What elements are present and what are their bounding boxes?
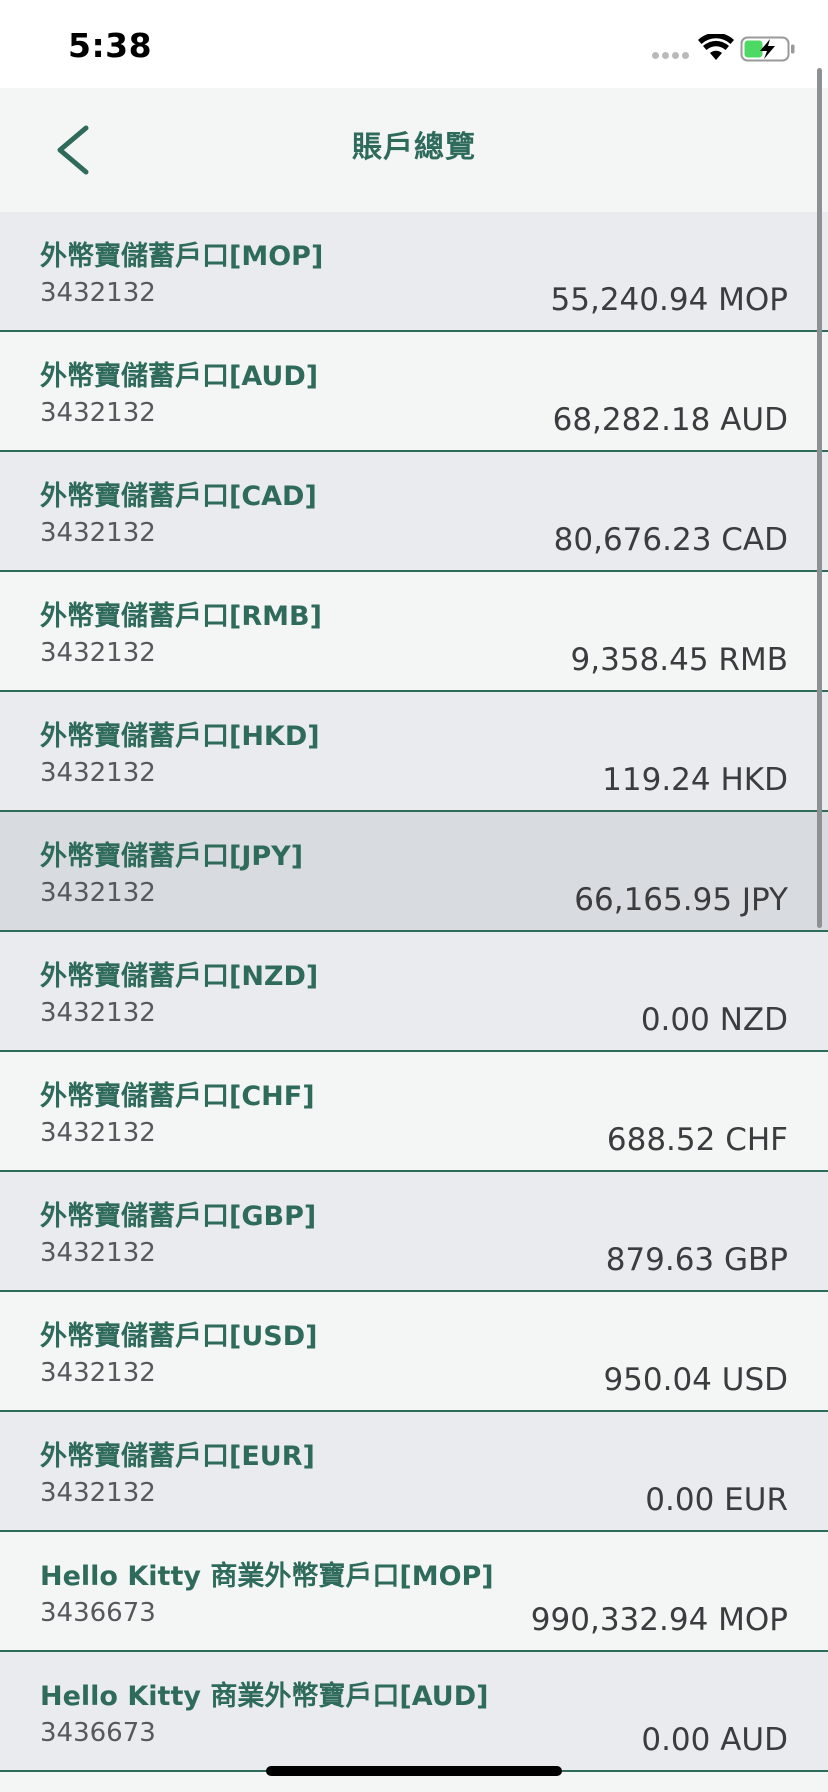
- account-row[interactable]: 外幣寶儲蓄戶口[GBP] 3432132 879.63 GBP: [0, 1172, 828, 1292]
- account-name: 外幣寶儲蓄戶口[MOP]: [40, 241, 324, 272]
- account-balance: 80,676.23 CAD: [553, 522, 788, 558]
- account-name: 外幣寶儲蓄戶口[USD]: [40, 1321, 318, 1352]
- account-row[interactable]: 外幣寶儲蓄戶口[CAD] 3432132 80,676.23 CAD: [0, 452, 828, 572]
- account-balance: 688.52 CHF: [606, 1122, 788, 1158]
- account-name: 外幣寶儲蓄戶口[GBP]: [40, 1201, 317, 1232]
- account-row[interactable]: Hello Kitty 商業外幣寶戶口[MOP] 3436673 990,332…: [0, 1532, 828, 1652]
- account-row[interactable]: 外幣寶儲蓄戶口[RMB] 3432132 9,358.45 RMB: [0, 572, 828, 692]
- account-name: Hello Kitty 商業外幣寶戶口[AUD]: [40, 1681, 489, 1712]
- account-number: 3432132: [40, 278, 156, 308]
- account-number: 3432132: [40, 1358, 156, 1388]
- account-balance: 0.00 AUD: [641, 1722, 788, 1758]
- scrollbar[interactable]: [817, 68, 822, 928]
- account-list: 外幣寶儲蓄戶口[MOP] 3432132 55,240.94 MOP 外幣寶儲蓄…: [0, 212, 828, 1772]
- account-row[interactable]: 外幣寶儲蓄戶口[CHF] 3432132 688.52 CHF: [0, 1052, 828, 1172]
- account-number: 3436673: [40, 1718, 156, 1748]
- account-name: 外幣寶儲蓄戶口[NZD]: [40, 961, 319, 992]
- account-row[interactable]: Hello Kitty 商業外幣寶戶口[AUD] 3436673 0.00 AU…: [0, 1652, 828, 1772]
- wifi-icon: [698, 34, 734, 60]
- account-name: 外幣寶儲蓄戶口[JPY]: [40, 841, 304, 872]
- account-row[interactable]: 外幣寶儲蓄戶口[HKD] 3432132 119.24 HKD: [0, 692, 828, 812]
- account-number: 3432132: [40, 1118, 156, 1148]
- account-name: 外幣寶儲蓄戶口[EUR]: [40, 1441, 315, 1472]
- status-time: 5:38: [68, 26, 153, 65]
- signal-dots-icon: [652, 52, 689, 59]
- account-number: 3432132: [40, 998, 156, 1028]
- account-balance: 879.63 GBP: [605, 1242, 788, 1278]
- home-indicator[interactable]: [266, 1766, 562, 1776]
- account-balance: 55,240.94 MOP: [550, 282, 788, 318]
- account-row[interactable]: 外幣寶儲蓄戶口[NZD] 3432132 0.00 NZD: [0, 932, 828, 1052]
- account-balance: 68,282.18 AUD: [552, 402, 788, 438]
- account-row-selected[interactable]: 外幣寶儲蓄戶口[JPY] 3432132 66,165.95 JPY: [0, 812, 828, 932]
- account-number: 3432132: [40, 518, 156, 548]
- status-bar: 5:38: [0, 0, 828, 88]
- account-name: Hello Kitty 商業外幣寶戶口[MOP]: [40, 1561, 494, 1592]
- account-number: 3432132: [40, 638, 156, 668]
- account-number: 3432132: [40, 758, 156, 788]
- account-number: 3432132: [40, 878, 156, 908]
- account-balance: 950.04 USD: [603, 1362, 788, 1398]
- account-balance: 990,332.94 MOP: [530, 1602, 788, 1638]
- account-name: 外幣寶儲蓄戶口[AUD]: [40, 361, 319, 392]
- account-balance: 0.00 EUR: [645, 1482, 788, 1518]
- account-number: 3432132: [40, 398, 156, 428]
- account-name: 外幣寶儲蓄戶口[CAD]: [40, 481, 317, 512]
- account-name: 外幣寶儲蓄戶口[HKD]: [40, 721, 320, 752]
- account-balance: 0.00 NZD: [640, 1002, 788, 1038]
- page-title: 賬戶總覽: [352, 130, 476, 165]
- account-row[interactable]: 外幣寶儲蓄戶口[MOP] 3432132 55,240.94 MOP: [0, 212, 828, 332]
- account-row[interactable]: 外幣寶儲蓄戶口[EUR] 3432132 0.00 EUR: [0, 1412, 828, 1532]
- account-row[interactable]: 外幣寶儲蓄戶口[AUD] 3432132 68,282.18 AUD: [0, 332, 828, 452]
- account-name: 外幣寶儲蓄戶口[RMB]: [40, 601, 322, 632]
- account-balance: 66,165.95 JPY: [574, 882, 788, 918]
- account-number: 3432132: [40, 1478, 156, 1508]
- account-name: 外幣寶儲蓄戶口[CHF]: [40, 1081, 315, 1112]
- account-balance: 119.24 HKD: [602, 762, 788, 798]
- account-number: 3436673: [40, 1598, 156, 1628]
- navigation-bar: 賬戶總覽: [0, 88, 828, 212]
- account-row[interactable]: 外幣寶儲蓄戶口[USD] 3432132 950.04 USD: [0, 1292, 828, 1412]
- battery-charging-icon: [740, 36, 795, 62]
- account-number: 3432132: [40, 1238, 156, 1268]
- account-balance: 9,358.45 RMB: [570, 642, 788, 678]
